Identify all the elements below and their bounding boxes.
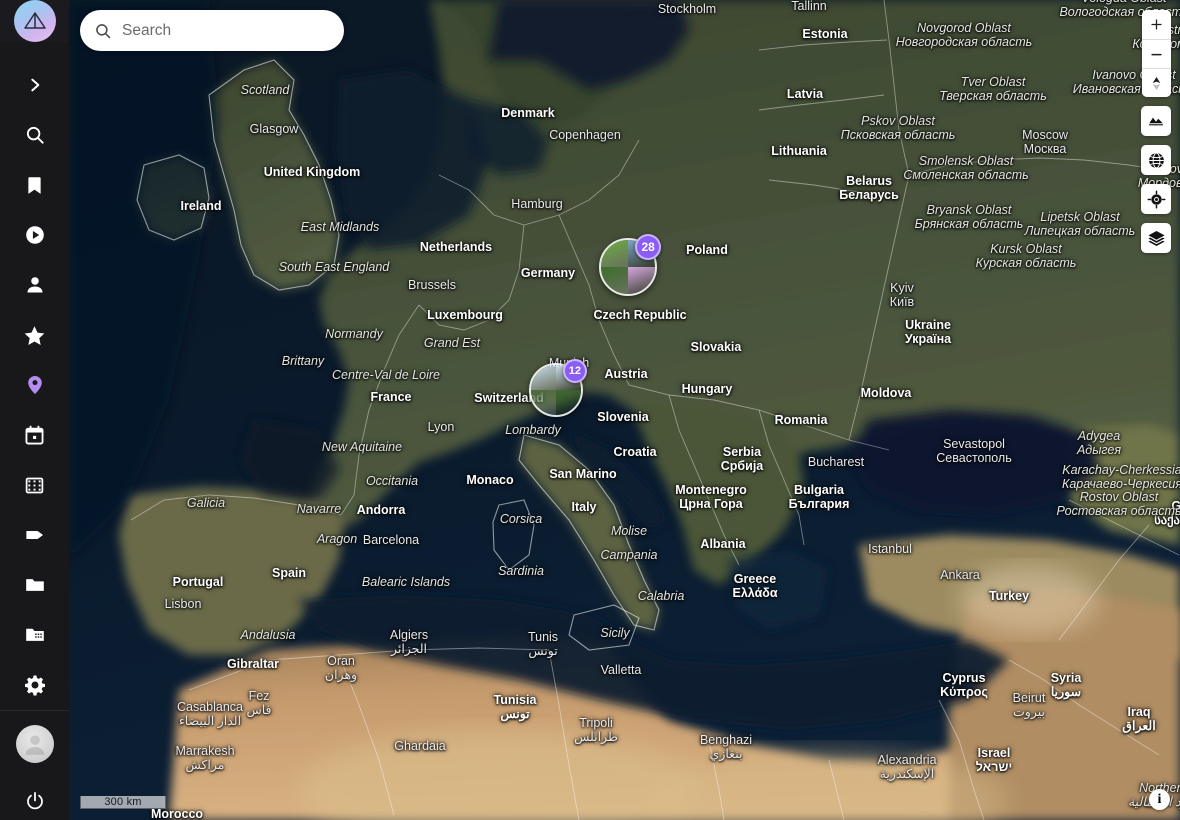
photo-cluster-marker[interactable]: 28	[599, 238, 657, 296]
tag-icon	[24, 524, 46, 546]
zoom-in-button[interactable]	[1142, 10, 1171, 39]
immich-triangle-logo-icon	[14, 0, 56, 42]
search-bar[interactable]	[80, 10, 344, 51]
sidebar-item-expand[interactable]	[12, 60, 58, 110]
calendar-icon	[24, 425, 45, 446]
globe-icon	[1147, 151, 1166, 170]
film-strip-icon	[24, 475, 45, 496]
cluster-thumbnail-cell	[531, 390, 556, 415]
cluster-thumbnail-cell	[628, 267, 655, 294]
power-icon	[25, 791, 45, 811]
sidebar-bottom	[0, 710, 69, 820]
folder-icon	[24, 574, 46, 596]
cluster-count-badge: 12	[563, 359, 587, 383]
sidebar-divider	[0, 710, 69, 711]
attribution-info-icon[interactable]: i	[1149, 789, 1170, 810]
sidebar-item-map[interactable]	[12, 360, 58, 410]
layers-icon	[1147, 229, 1166, 248]
compass-button[interactable]	[1142, 68, 1171, 97]
zoom-control-group	[1142, 10, 1171, 97]
plus-icon	[1149, 17, 1164, 32]
sidebar-item-archive[interactable]	[12, 610, 58, 660]
terrain-button[interactable]	[1141, 106, 1171, 136]
sidebar-item-settings[interactable]	[12, 660, 58, 710]
play-circle-icon	[24, 224, 46, 246]
compass-north-icon	[1150, 75, 1163, 92]
sidebar-nav	[0, 60, 69, 710]
search-icon	[94, 22, 112, 40]
sidebar-item-folders[interactable]	[12, 560, 58, 610]
left-sidebar	[0, 0, 69, 820]
chevron-right-icon	[27, 77, 43, 93]
immich-map-page: EstoniaLatviaLithuaniaDenmarkUnited King…	[0, 0, 1180, 820]
person-icon	[24, 274, 46, 296]
bookmark-icon	[24, 175, 45, 196]
search-icon	[24, 124, 46, 146]
map-controls	[1141, 10, 1171, 253]
sidebar-item-people[interactable]	[12, 260, 58, 310]
map-canvas[interactable]	[69, 0, 1180, 820]
sign-out-button[interactable]	[12, 779, 58, 820]
map-tiles	[69, 0, 1180, 820]
cluster-thumbnail-cell	[531, 365, 556, 390]
sidebar-item-albums[interactable]	[12, 160, 58, 210]
avatar[interactable]	[16, 725, 54, 763]
sidebar-item-tags[interactable]	[12, 510, 58, 560]
search-input[interactable]	[122, 22, 330, 40]
map-scale-bar: 300 km	[80, 796, 166, 809]
avatar-icon	[22, 731, 48, 757]
sidebar-item-memories[interactable]	[12, 210, 58, 260]
sidebar-item-favorites[interactable]	[12, 310, 58, 360]
globe-button[interactable]	[1141, 145, 1171, 175]
cluster-thumbnail-cell	[601, 240, 628, 267]
layers-button[interactable]	[1141, 223, 1171, 253]
map-viewport[interactable]: EstoniaLatviaLithuaniaDenmarkUnited King…	[69, 0, 1180, 820]
gear-icon	[24, 674, 46, 696]
minus-icon	[1149, 47, 1164, 62]
mountain-icon	[1147, 112, 1165, 130]
map-pin-icon	[24, 374, 46, 396]
sidebar-item-videos[interactable]	[12, 460, 58, 510]
cluster-thumbnail-cell	[556, 390, 581, 415]
sidebar-item-calendar[interactable]	[12, 410, 58, 460]
archive-folder-icon	[24, 624, 46, 646]
sidebar-item-search[interactable]	[12, 110, 58, 160]
zoom-out-button[interactable]	[1142, 39, 1171, 68]
star-icon	[23, 324, 46, 347]
locate-target-icon	[1147, 190, 1166, 209]
cluster-count-badge: 28	[635, 234, 661, 260]
app-logo[interactable]	[0, 0, 69, 42]
locate-button[interactable]	[1141, 184, 1171, 214]
photo-cluster-marker[interactable]: 12	[529, 363, 583, 417]
cluster-thumbnail-cell	[601, 267, 628, 294]
